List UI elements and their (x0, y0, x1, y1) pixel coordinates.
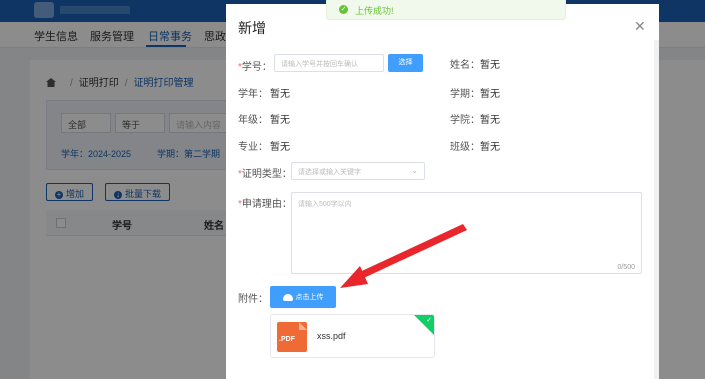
success-check-icon: ✓ (339, 5, 348, 14)
year-value: 暂无 (270, 89, 290, 100)
class-value: 暂无 (480, 142, 500, 153)
add-dialog: 新增 ✕ *学号： 请输入学号并按回车确认 选择 姓名： 暂无 学年： 暂无 学… (226, 4, 659, 379)
college-label: 学院： (450, 115, 480, 126)
close-icon[interactable]: ✕ (634, 18, 646, 35)
cloud-upload-icon (282, 293, 293, 301)
major-value: 暂无 (270, 142, 290, 153)
dialog-scrollbar[interactable] (654, 40, 659, 379)
college-value: 暂无 (480, 115, 500, 126)
reason-counter: 0/500 (617, 264, 635, 271)
upload-button[interactable]: 点击上传 (270, 286, 336, 308)
name-label: 姓名： (450, 60, 480, 71)
check-icon: ✓ (426, 317, 432, 324)
cert-type-select[interactable]: 请选择或输入关键字 ⌄ (291, 162, 425, 180)
reason-label: *申请理由： (238, 199, 292, 210)
term-label: 学期： (450, 89, 480, 100)
dialog-title: 新增 (238, 20, 266, 36)
file-name: xss.pdf (317, 331, 346, 341)
uploaded-file-card[interactable]: .PDF xss.pdf ✓ (270, 314, 435, 358)
class-label: 班级： (450, 142, 480, 153)
term-value: 暂无 (480, 89, 500, 100)
pdf-file-icon: .PDF (277, 322, 307, 352)
select-button[interactable]: 选择 (388, 54, 423, 72)
name-value: 暂无 (480, 60, 500, 71)
student-id-label: *学号： (238, 62, 272, 73)
toast-message: 上传成功! (355, 6, 394, 16)
success-toast: ✓ 上传成功! (326, 0, 566, 20)
chevron-down-icon: ⌄ (411, 166, 418, 175)
major-label: 专业： (238, 142, 268, 153)
grade-value: 暂无 (270, 115, 290, 126)
year-label: 学年： (238, 89, 268, 100)
student-id-input[interactable]: 请输入学号并按回车确认 (274, 54, 384, 72)
grade-label: 年级： (238, 115, 268, 126)
reason-textarea[interactable]: 请输入500字以内 0/500 (291, 192, 642, 274)
cert-type-label: *证明类型： (238, 169, 292, 180)
attachment-label: 附件： (238, 294, 268, 305)
